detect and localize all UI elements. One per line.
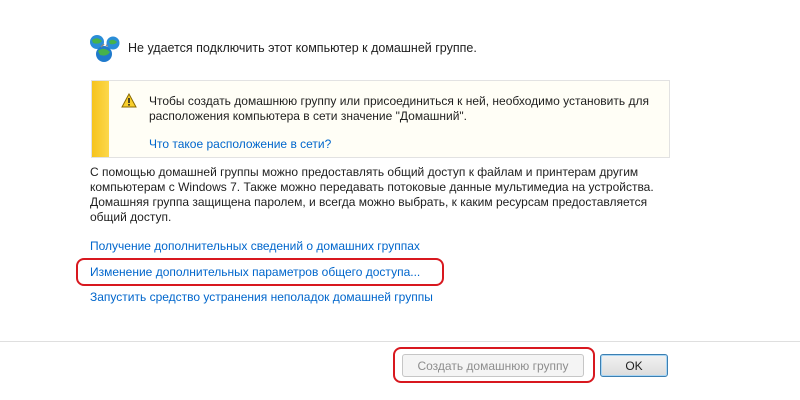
homegroup-description: С помощью домашней группы можно предоста… (90, 165, 654, 224)
footer-separator (0, 341, 800, 342)
status-message: Не удается подключить этот компьютер к д… (128, 41, 477, 55)
more-info-link[interactable]: Получение дополнительных сведений о дома… (90, 239, 420, 253)
warning-panel: Чтобы создать домашнюю группу или присое… (91, 80, 670, 158)
window-title-cropped: ▀▀▀▀▀▀▀ ▀▀▀▀▀▀▀ ▀▀▀▀▀▀ ▀▀▀▀▀▀▀▀▀▀ ▀▀▀▀▀▀… (86, 0, 526, 5)
annotation-highlight-button (393, 347, 595, 383)
status-row: Не удается подключить этот компьютер к д… (88, 33, 477, 63)
troubleshooter-link[interactable]: Запустить средство устранения неполадок … (90, 290, 433, 304)
network-globe-icon (90, 35, 120, 62)
warning-icon (121, 93, 137, 108)
annotation-highlight-link (76, 258, 444, 286)
network-location-help-link[interactable]: Что такое расположение в сети? (149, 137, 331, 151)
ok-button[interactable]: OK (600, 354, 668, 377)
warning-accent-bar (92, 81, 109, 157)
warning-message: Чтобы создать домашнюю группу или присое… (149, 94, 649, 123)
